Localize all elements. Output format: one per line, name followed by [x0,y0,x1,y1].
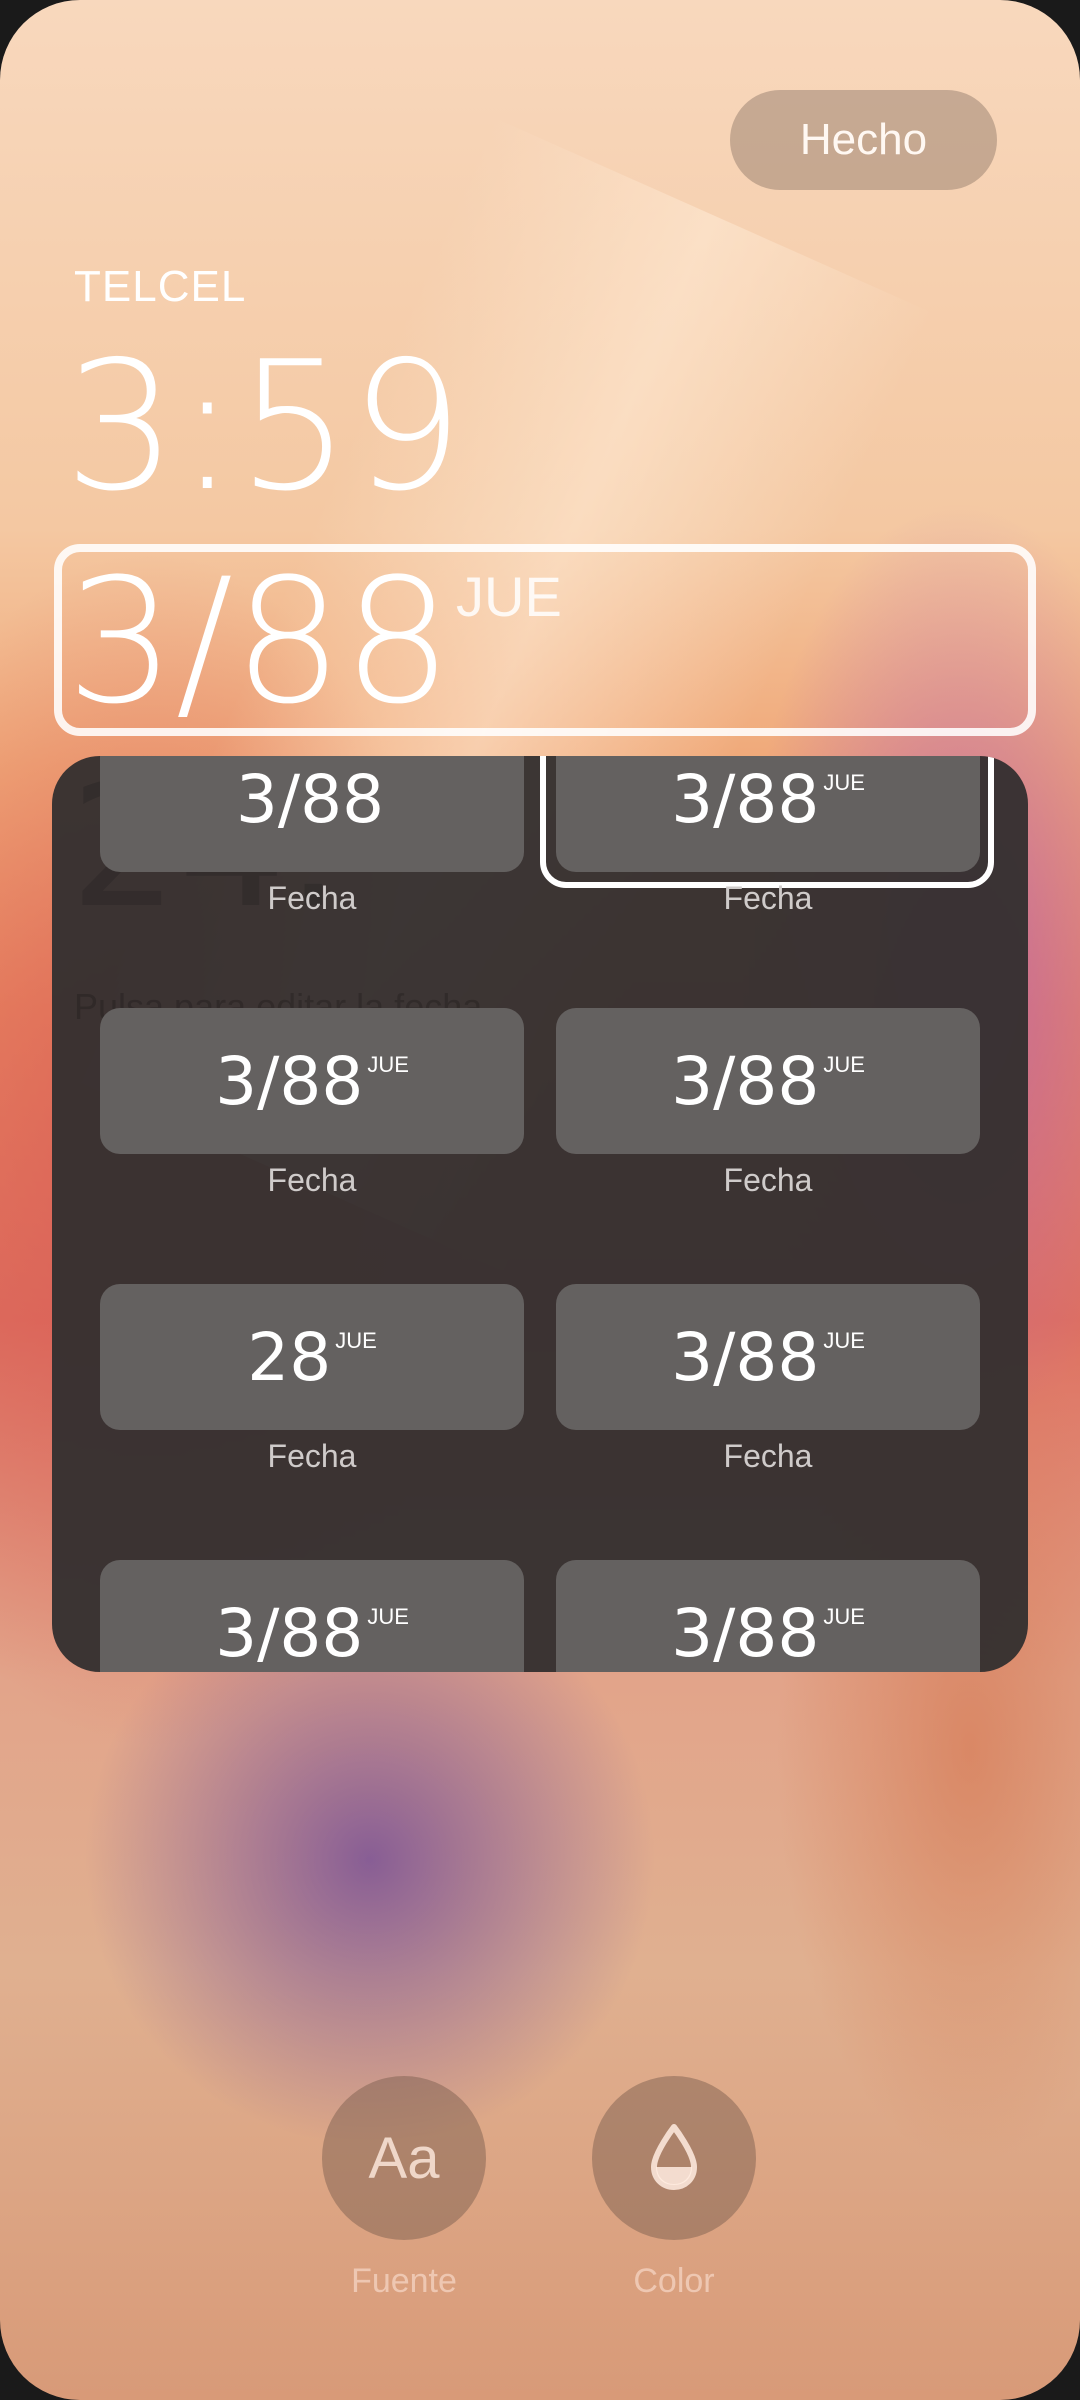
date-style-tile[interactable]: 3/88 JUE [100,1008,524,1154]
date-widget-day: JUE [456,565,562,628]
date-style-day: JUE [367,1052,409,1077]
date-style-value: 3/88 [215,1042,364,1120]
date-style-value: 3/88 [671,1042,820,1120]
lockscreen-editor: Hecho TELCEL 3:59 3/88 JUE 24. Pulsa par… [0,0,1080,2400]
date-style-picker[interactable]: 24. Pulsa para editar la fecha 3/88 Fech… [52,756,1028,1672]
date-style-tile[interactable]: 3/88 JUE [556,756,980,872]
date-style-label: Fecha [723,1438,813,1474]
date-style-day: JUE [823,1328,865,1353]
date-style-tile[interactable]: 3/88 JUE [556,1284,980,1430]
font-label: Fuente [351,2262,457,2300]
date-style-value: 3/88 [215,1594,364,1672]
color-button[interactable] [592,2076,756,2240]
date-style-label: Fecha [267,1162,357,1198]
droplet-icon [651,2124,697,2190]
date-style-day: JUE [367,1604,409,1629]
date-style-tile[interactable]: 3/88 JUE [556,1008,980,1154]
date-style-day: JUE [823,1052,865,1077]
date-widget-value: 3/88 [66,541,453,742]
date-style-label: Fecha [267,1438,357,1474]
date-style-tile[interactable]: 3/88 JUE [556,1560,980,1672]
date-style-day: JUE [823,770,865,795]
date-style-value: 3/88 [671,1594,820,1672]
date-style-value: 28 [247,1318,332,1396]
font-button[interactable]: Aa [322,2076,486,2240]
color-label: Color [633,2262,715,2300]
font-icon: Aa [368,2125,440,2191]
done-button[interactable]: Hecho [730,90,997,190]
clock-time[interactable]: 3:59 [64,338,464,516]
date-style-label: Fecha [267,880,357,916]
date-style-label: Fecha [723,1162,813,1198]
date-style-day: JUE [823,1604,865,1629]
carrier-name: TELCEL [74,262,247,311]
date-style-value: 3/88 [671,1318,820,1396]
date-style-tile[interactable]: 28 JUE [100,1284,524,1430]
date-style-tile[interactable]: 3/88 JUE [100,1560,524,1672]
date-style-tile[interactable]: 3/88 [100,756,524,872]
date-style-value: 3/88 [235,760,385,838]
date-style-day: JUE [335,1328,377,1353]
date-style-label: Fecha [723,880,813,916]
date-style-value: 3/88 [671,760,820,838]
